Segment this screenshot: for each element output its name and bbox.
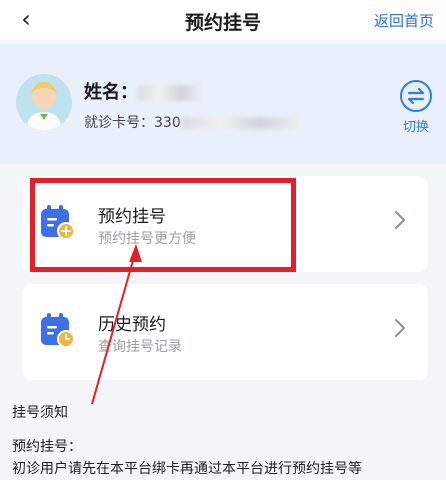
card-value-redacted	[180, 117, 299, 129]
name-value-redacted	[138, 85, 202, 101]
menu-item-title: 历史预约	[98, 315, 166, 335]
chevron-right-icon	[395, 211, 405, 229]
notice-heading: 挂号须知	[12, 405, 68, 421]
chevron-right-icon	[395, 319, 405, 337]
switch-patient-button[interactable]: 切换	[396, 80, 436, 140]
highlight-box-annotation	[30, 178, 296, 272]
patient-name: 姓名：	[84, 78, 202, 104]
return-home-link[interactable]: 返回首页	[374, 10, 434, 31]
user-info-panel: 姓名： 就诊卡号：330 切换	[0, 44, 446, 164]
menu-item-history[interactable]: 历史预约 查询挂号记录	[22, 284, 428, 380]
switch-icon	[400, 80, 432, 112]
notice-subheading: 预约挂号：	[12, 439, 82, 455]
user-avatar-icon	[16, 74, 72, 130]
top-nav-bar: ‹ 预约挂号 返回首页	[0, 0, 446, 40]
patient-card-number: 就诊卡号：330	[84, 112, 299, 132]
menu-item-subtitle: 查询挂号记录	[98, 339, 182, 355]
calendar-clock-icon	[41, 313, 74, 348]
notice-body: 初诊用户请先在本平台绑卡再通过本平台进行预约挂号等	[12, 461, 362, 477]
avatar	[16, 74, 72, 130]
